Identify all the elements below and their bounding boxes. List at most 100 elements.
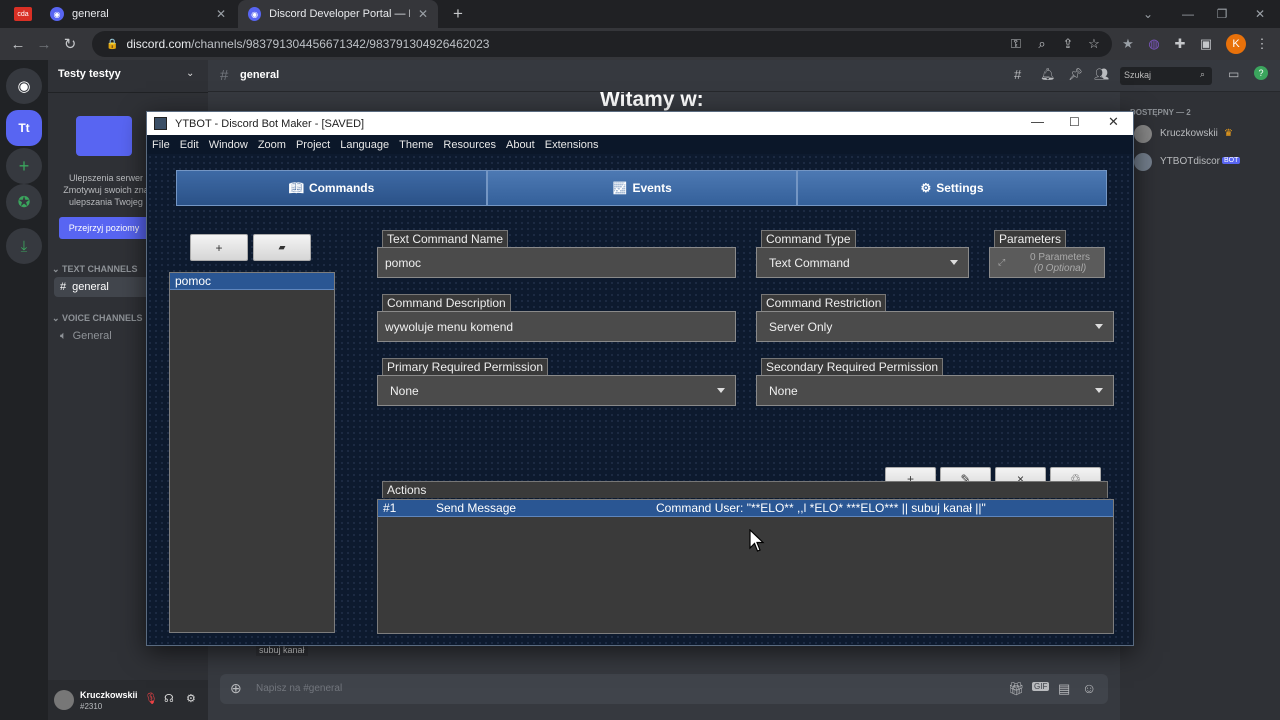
open-folder-button[interactable]: ▰: [253, 234, 311, 261]
dbm-body: 📖︎ Commands 📈︎ Events ⚙ Settings + ▰ pomoc …: [147, 154, 1133, 645]
pin-icon[interactable]: 📌︎: [1068, 67, 1083, 81]
expand-icon: ⤢: [998, 257, 1006, 267]
menu-file[interactable]: File: [147, 139, 175, 151]
avatar[interactable]: [54, 690, 74, 710]
avatar: [1134, 125, 1152, 143]
server-name[interactable]: Testy testyy: [58, 68, 121, 80]
menu-language[interactable]: Language: [335, 139, 394, 151]
text-command-name-input[interactable]: pomoc: [377, 247, 736, 278]
crown-icon: ♛: [1224, 128, 1233, 139]
settings-gear-icon[interactable]: ⚙: [186, 692, 196, 705]
menu-edit[interactable]: Edit: [175, 139, 204, 151]
command-description-input[interactable]: wywoluje menu komend: [377, 311, 736, 342]
chevron-down-icon[interactable]: ⌄: [186, 68, 194, 79]
member-list: DOSTĘPNY — 2 Kruczkowskii ♛ YTBOTdiscor …: [1120, 92, 1280, 720]
menu-extensions[interactable]: Extensions: [540, 139, 604, 151]
member-item[interactable]: YTBOTdiscor BOT: [1134, 152, 1280, 176]
boost-button[interactable]: Przejrzyj poziomy: [59, 217, 149, 239]
dropdown-arrow-icon: [717, 388, 725, 393]
profile-avatar[interactable]: K: [1226, 34, 1246, 54]
search-input[interactable]: Szukaj ⌕: [1120, 67, 1212, 85]
new-tab-button[interactable]: +: [448, 4, 468, 24]
threads-icon[interactable]: #: [1014, 67, 1021, 82]
close-icon[interactable]: ✕: [1108, 114, 1119, 130]
command-type-select[interactable]: Text Command: [756, 247, 969, 278]
attach-plus-icon[interactable]: ⊕: [230, 680, 242, 697]
add-command-button[interactable]: +: [190, 234, 248, 261]
explore-icon[interactable]: ✪: [6, 184, 42, 220]
dbm-menubar: File Edit Window Zoom Project Language T…: [147, 135, 1133, 154]
key-icon[interactable]: ⚿: [1006, 34, 1026, 54]
tab-general[interactable]: ◉ general ✕: [40, 0, 236, 28]
share-icon[interactable]: ⇪: [1058, 34, 1078, 54]
menu-resources[interactable]: Resources: [438, 139, 501, 151]
bell-icon[interactable]: 🔔︎: [1040, 67, 1055, 81]
dbm-window: YTBOT - Discord Bot Maker - [SAVED] — ☐ …: [146, 111, 1134, 646]
address-bar[interactable]: 🔒 discord.com/channels/98379130445667134…: [92, 31, 1112, 57]
parameters-button[interactable]: ⤢ 0 Parameters (0 Optional): [989, 247, 1105, 278]
menu-about[interactable]: About: [501, 139, 540, 151]
window-title: YTBOT - Discord Bot Maker - [SAVED]: [175, 117, 365, 130]
discord-home-icon[interactable]: ◉: [6, 68, 42, 104]
download-icon[interactable]: ⤓: [6, 228, 42, 264]
app-icon: [154, 117, 167, 130]
tab-commands[interactable]: 📖︎ Commands: [176, 170, 487, 206]
primary-permission-select[interactable]: None: [377, 375, 736, 406]
dropdown-arrow-icon: [1095, 388, 1103, 393]
sticker-icon[interactable]: ▤: [1058, 681, 1070, 697]
help-icon[interactable]: ?: [1254, 66, 1268, 80]
member-item[interactable]: Kruczkowskii ♛: [1134, 124, 1280, 148]
menu-project[interactable]: Project: [291, 139, 335, 151]
server-icon-testy[interactable]: Tt: [6, 110, 42, 146]
emoji-icon[interactable]: ☺: [1082, 680, 1096, 696]
minimize-icon[interactable]: —: [1031, 114, 1044, 129]
menu-zoom[interactable]: Zoom: [253, 139, 291, 151]
extension-star-icon[interactable]: ★: [1118, 34, 1138, 54]
text-channels-category[interactable]: ⌄ TEXT CHANNELS: [52, 264, 138, 275]
pinned-tab-cda[interactable]: cda: [14, 7, 32, 21]
gift-icon[interactable]: 🎁︎: [1008, 681, 1025, 697]
add-server-icon[interactable]: +: [6, 148, 42, 184]
voice-channels-category[interactable]: ⌄ VOICE CHANNELS: [52, 313, 143, 324]
mute-icon[interactable]: 🎙︎: [144, 692, 158, 705]
speaker-icon: 🔈︎: [60, 329, 67, 342]
tab-settings[interactable]: ⚙ Settings: [797, 170, 1107, 206]
reload-icon[interactable]: ↻: [60, 34, 80, 54]
list-item[interactable]: pomoc: [170, 273, 334, 290]
menu-window[interactable]: Window: [204, 139, 253, 151]
close-icon[interactable]: ✕: [418, 7, 428, 21]
command-restriction-select[interactable]: Server Only: [756, 311, 1114, 342]
gif-icon[interactable]: GIF: [1032, 682, 1050, 691]
members-header: DOSTĘPNY — 2: [1130, 108, 1191, 117]
back-icon[interactable]: ←: [8, 34, 28, 54]
inbox-icon[interactable]: ▭: [1228, 67, 1239, 81]
extensions-puzzle-icon[interactable]: ✚: [1170, 34, 1190, 54]
restore-icon[interactable]: ❐: [1202, 0, 1242, 28]
zoom-icon[interactable]: ⌕: [1032, 34, 1052, 54]
tab-events[interactable]: 📈︎ Events: [487, 170, 797, 206]
tab-search-icon[interactable]: ⌄: [1128, 0, 1168, 28]
table-row[interactable]: #1 Send Message Command User: "**ELO** ,…: [378, 500, 1113, 517]
dropdown-arrow-icon: [950, 260, 958, 265]
menu-dots-icon[interactable]: ⋮: [1252, 34, 1272, 54]
extension-icon[interactable]: ◍: [1144, 34, 1164, 54]
secondary-permission-label: Secondary Required Permission: [761, 358, 944, 375]
chat-header: # general # 🔔︎ 📌︎ 👥︎ Szukaj ⌕ ▭ ?: [208, 60, 1280, 92]
members-icon[interactable]: 👥︎: [1094, 67, 1109, 81]
dbm-titlebar: YTBOT - Discord Bot Maker - [SAVED] — ☐ …: [147, 112, 1133, 135]
forward-icon[interactable]: →: [34, 34, 54, 54]
close-icon[interactable]: ✕: [216, 7, 226, 21]
menu-theme[interactable]: Theme: [394, 139, 438, 151]
headphones-icon[interactable]: ☊: [164, 692, 174, 705]
close-window-icon[interactable]: ✕: [1240, 0, 1280, 28]
hash-icon: #: [220, 67, 229, 84]
message-input[interactable]: ⊕ Napisz na #general 🎁︎ GIF ▤ ☺: [220, 674, 1108, 704]
user-tag: #2310: [80, 702, 103, 711]
maximize-icon[interactable]: ☐: [1069, 115, 1080, 129]
tab-developer-portal[interactable]: ◉ Discord Developer Portal — My / ✕: [238, 0, 438, 28]
command-restriction-label: Command Restriction: [761, 294, 887, 311]
bookmark-star-icon[interactable]: ☆: [1084, 34, 1104, 54]
side-panel-icon[interactable]: ▣: [1196, 34, 1216, 54]
bot-avatar: [1134, 153, 1152, 171]
secondary-permission-select[interactable]: None: [756, 375, 1114, 406]
